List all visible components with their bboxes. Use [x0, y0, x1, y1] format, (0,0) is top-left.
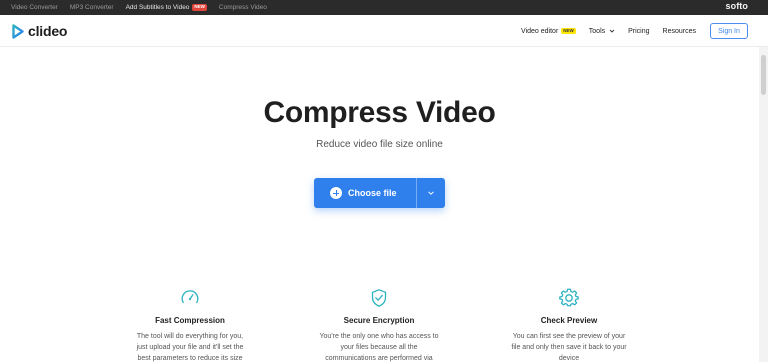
feature-secure-encryption: Secure Encryption You're the only one wh…: [294, 288, 464, 362]
feature-title: Fast Compression: [155, 316, 225, 325]
nav-video-editor-label: Video editor: [521, 27, 559, 35]
link-add-subtitles-label: Add Subtitles to Video: [125, 4, 190, 11]
clideo-logo[interactable]: clideo: [12, 23, 67, 39]
nav-tools[interactable]: Tools: [589, 28, 615, 35]
feature-description: You're the only one who has access to yo…: [294, 331, 464, 362]
feature-title: Check Preview: [540, 316, 598, 325]
feature-desc-line: device: [558, 355, 580, 362]
feature-title: Secure Encryption: [343, 316, 415, 325]
choose-file-button[interactable]: Choose file: [314, 178, 445, 208]
nav-video-editor[interactable]: Video editor NEW: [521, 28, 576, 35]
scrollbar[interactable]: [759, 47, 768, 362]
logo-text: clideo: [28, 23, 68, 39]
nav-tools-label: Tools: [588, 27, 606, 35]
feature-description: You can first see the preview of your fi…: [484, 331, 654, 362]
new-badge: NEW: [192, 4, 207, 11]
site-header: clideo Video editor NEW Tools Pricing Re…: [0, 15, 768, 47]
feature-desc-line: file and only then save it back to your: [511, 344, 627, 351]
chevron-down-icon: [428, 191, 434, 195]
link-add-subtitles[interactable]: Add Subtitles to Video NEW: [126, 4, 207, 11]
choose-file-dropdown[interactable]: [417, 178, 445, 208]
link-mp3-converter[interactable]: MP3 Converter: [70, 4, 114, 11]
page-subtitle: Reduce video file size online: [316, 139, 443, 150]
play-logo-icon: [12, 23, 24, 39]
feature-description: The tool will do everything for you, jus…: [105, 331, 275, 362]
gear-icon: [559, 288, 579, 307]
feature-desc-line: communications are performed via: [325, 355, 433, 362]
softo-logo[interactable]: softo: [726, 1, 749, 11]
feature-desc-line: The tool will do everything for you,: [136, 333, 244, 340]
feature-desc-line: You can first see the preview of your: [512, 333, 626, 340]
shield-check-icon: [371, 289, 387, 307]
page-title: Compress Video: [263, 96, 496, 129]
link-compress-video[interactable]: Compress Video: [219, 4, 267, 11]
feature-desc-line: your files because all the: [340, 344, 418, 351]
choose-file-main[interactable]: Choose file: [314, 178, 416, 208]
chevron-down-icon: [609, 29, 615, 33]
feature-check-preview: Check Preview You can first see the prev…: [484, 288, 654, 362]
nav-resources[interactable]: Resources: [663, 28, 696, 35]
main-nav: Video editor NEW Tools Pricing Resources…: [508, 21, 748, 41]
plus-circle-icon: [330, 187, 342, 199]
top-strip: Video Converter MP3 Converter Add Subtit…: [0, 0, 768, 15]
nav-pricing[interactable]: Pricing: [628, 28, 649, 35]
sign-in-button[interactable]: Sign In: [710, 23, 748, 39]
link-video-converter[interactable]: Video Converter: [11, 4, 58, 11]
new-badge: NEW: [561, 27, 576, 35]
feature-desc-line: best parameters to reduce its size: [137, 355, 243, 362]
feature-desc-line: just upload your file and it'll set the: [136, 344, 244, 351]
feature-fast-compression: Fast Compression The tool will do everyt…: [105, 288, 275, 362]
scrollbar-thumb[interactable]: [761, 55, 766, 95]
choose-file-label: Choose file: [348, 188, 397, 198]
feature-desc-line: You're the only one who has access to: [319, 333, 439, 340]
product-links: Video Converter MP3 Converter Add Subtit…: [11, 0, 279, 15]
speedometer-icon: [181, 290, 199, 304]
